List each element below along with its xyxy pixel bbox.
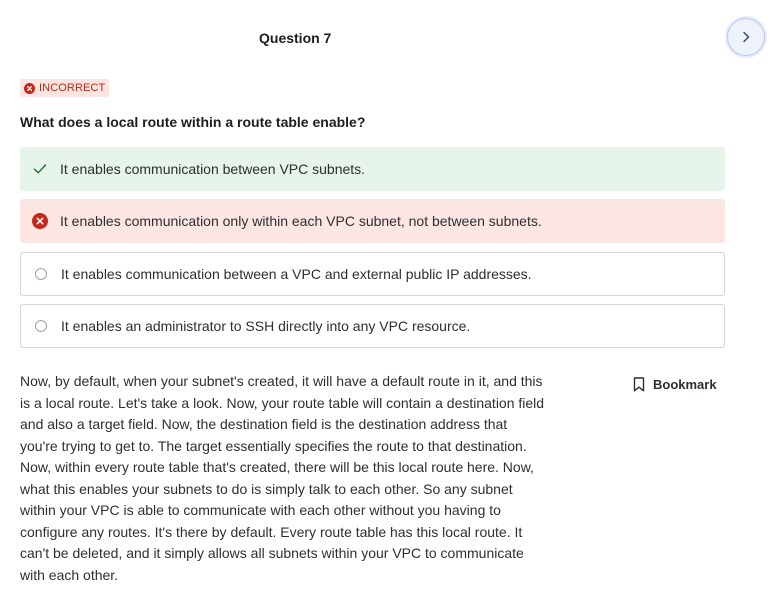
next-question-button[interactable]	[727, 18, 765, 56]
status-badge: INCORRECT	[20, 79, 110, 97]
bookmark-button[interactable]: Bookmark	[633, 377, 717, 392]
radio-icon[interactable]	[33, 266, 49, 282]
question-prompt: What does a local route within a route t…	[20, 114, 366, 130]
bookmark-icon	[633, 377, 645, 392]
answer-option-1[interactable]: It enables communication between VPC sub…	[20, 147, 725, 191]
radio-icon[interactable]	[33, 318, 49, 334]
status-badge-label: INCORRECT	[39, 82, 106, 94]
chevron-right-icon	[743, 31, 750, 43]
answer-option-label: It enables communication between VPC sub…	[60, 161, 366, 177]
x-circle-icon	[24, 82, 35, 94]
x-circle-icon	[32, 213, 48, 229]
answer-explanation: Now, by default, when your subnet's crea…	[20, 373, 545, 583]
question-title: Question 7	[259, 30, 332, 46]
quiz-review-page: Question 7 INCORRECT What does a local r…	[0, 0, 784, 596]
answer-option-3[interactable]: It enables communication between a VPC a…	[20, 252, 725, 296]
check-icon	[32, 161, 48, 177]
answer-option-2[interactable]: It enables communication only within eac…	[20, 199, 725, 243]
answer-option-label: It enables an administrator to SSH direc…	[61, 318, 471, 334]
answer-option-label: It enables communication between a VPC a…	[61, 266, 532, 282]
answer-option-label: It enables communication only within eac…	[60, 213, 542, 229]
bookmark-label: Bookmark	[653, 377, 717, 392]
answer-option-4[interactable]: It enables an administrator to SSH direc…	[20, 304, 725, 348]
